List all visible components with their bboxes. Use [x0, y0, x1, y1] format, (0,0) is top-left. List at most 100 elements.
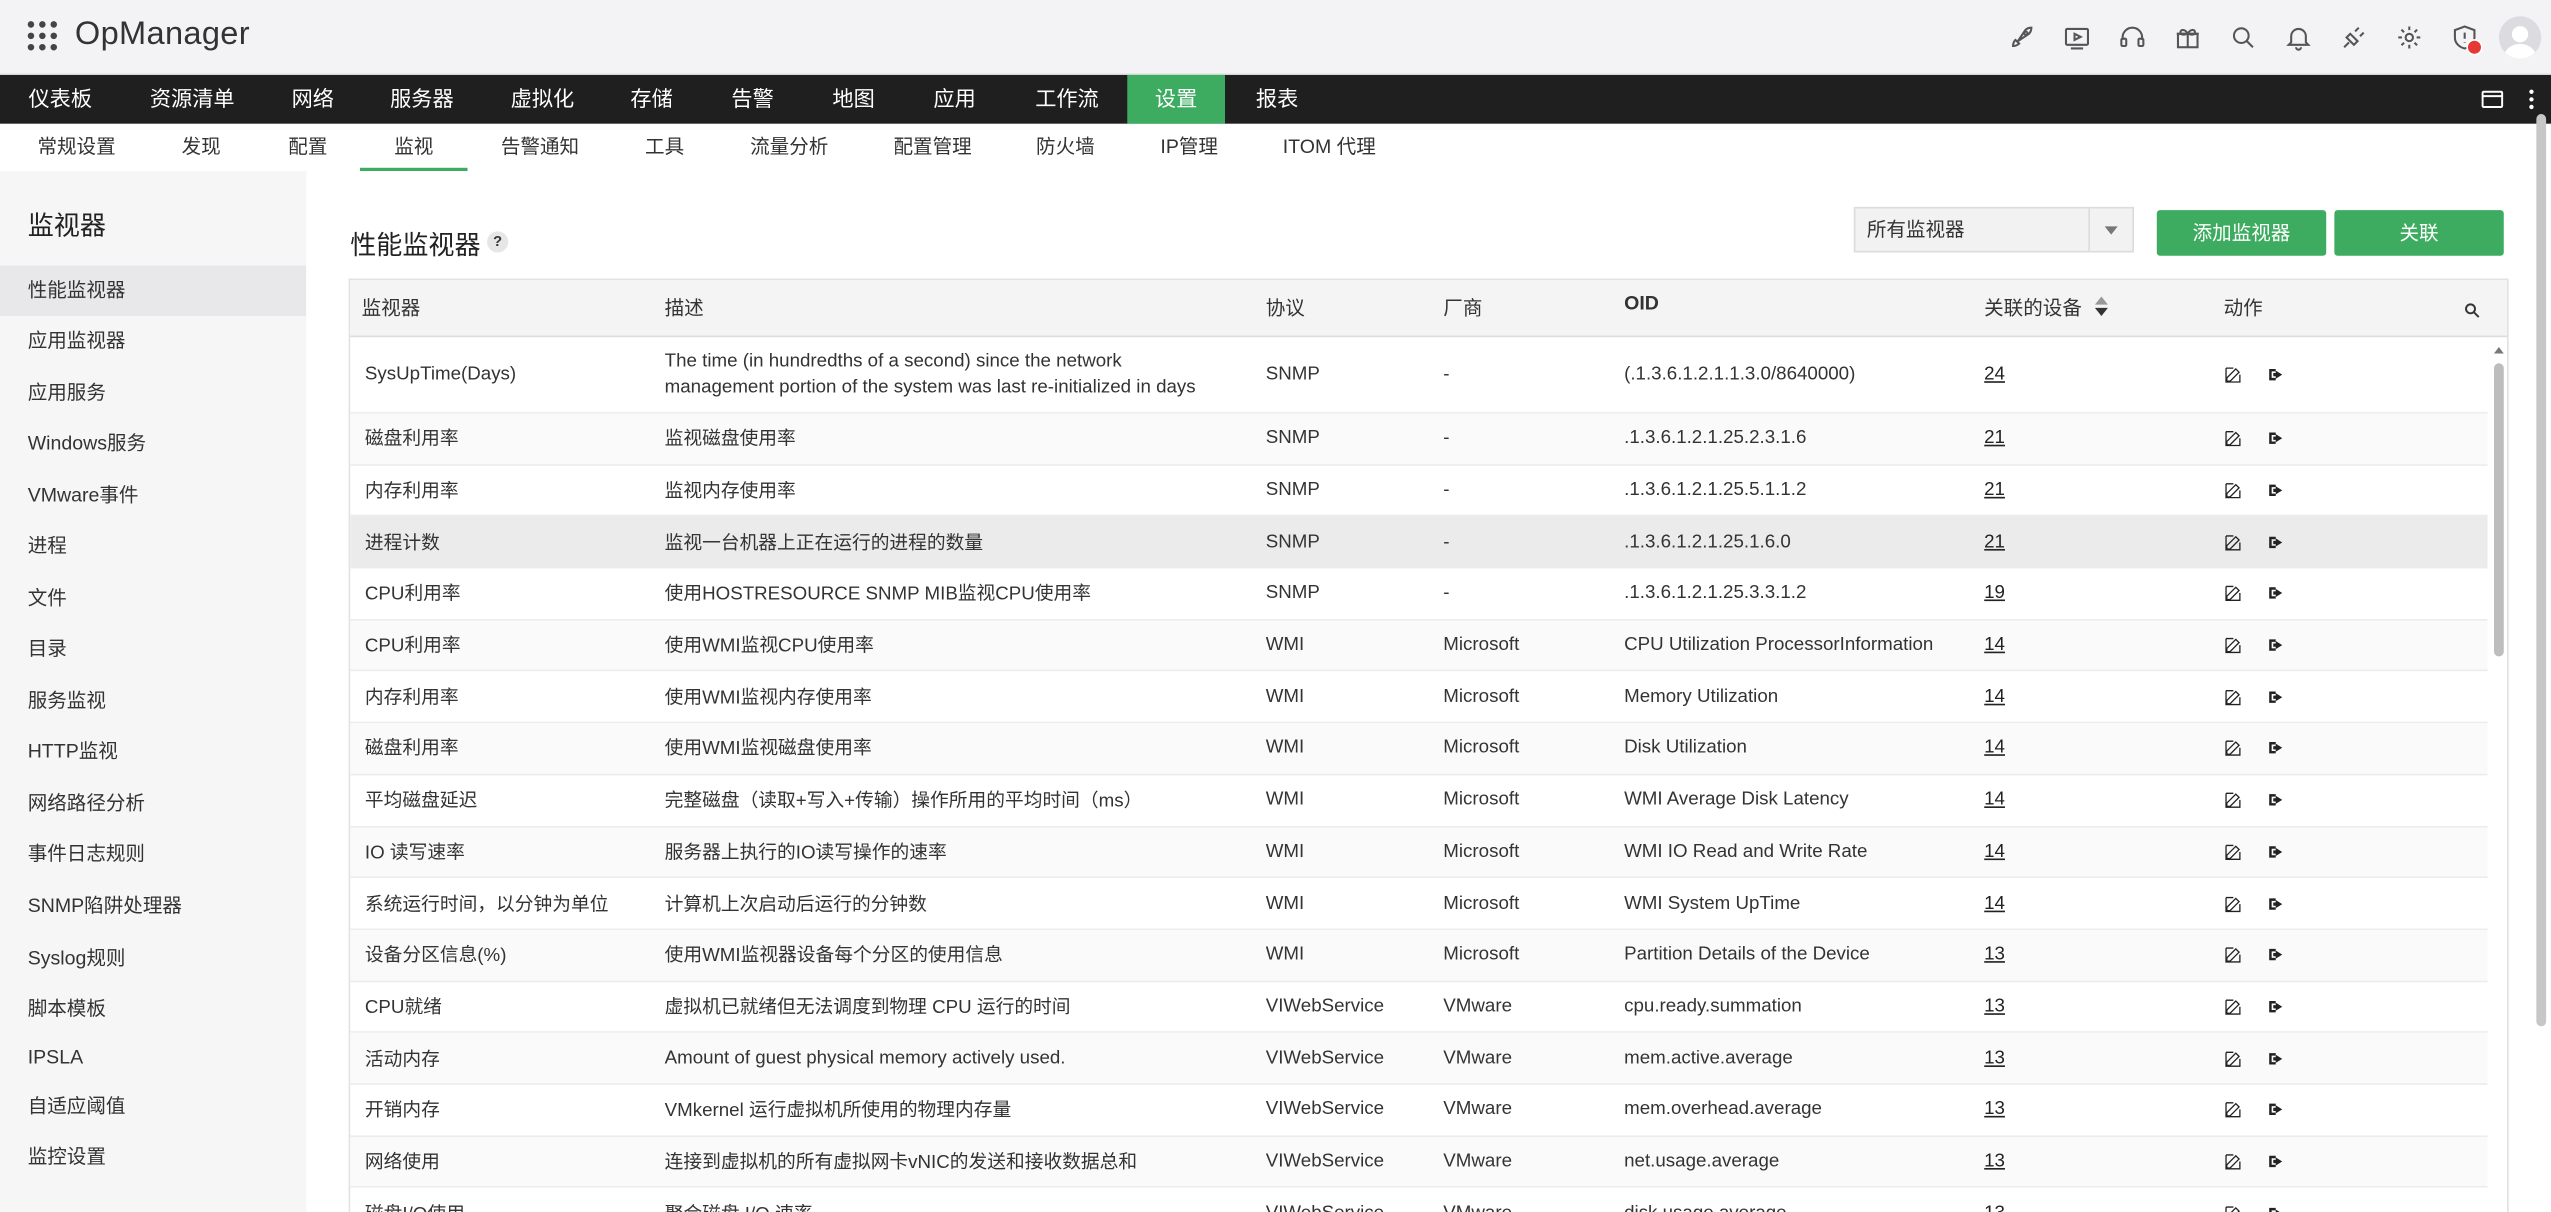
mainnav-item-5[interactable]: 存储 [603, 75, 701, 124]
mainnav-item-4[interactable]: 虚拟化 [482, 75, 603, 124]
mainnav-item-6[interactable]: 告警 [700, 75, 804, 124]
mainnav-item-8[interactable]: 应用 [902, 75, 1006, 124]
edit-icon[interactable] [2224, 1152, 2244, 1172]
add-monitor-button[interactable]: 添加监视器 [2156, 210, 2327, 256]
subnav-tab-1[interactable]: 发现 [147, 124, 256, 171]
window-icon[interactable] [2473, 75, 2512, 124]
bell-icon[interactable] [2271, 15, 2326, 61]
rocket-icon[interactable] [1994, 15, 2049, 61]
col-oid[interactable]: OID [1624, 280, 1659, 330]
subnav-tab-5[interactable]: 工具 [613, 124, 717, 171]
cell-devices[interactable]: 13 [1984, 982, 2049, 1032]
sidebar-item[interactable]: 网络路径分析 [0, 779, 306, 829]
alert-shield-icon[interactable] [2437, 15, 2492, 61]
table-row[interactable]: 磁盘利用率 使用WMI监视磁盘使用率 WMI Microsoft Disk Utiliz… [350, 723, 2488, 776]
subnav-tab-8[interactable]: 防火墙 [1003, 124, 1127, 171]
mainnav-item-10[interactable]: 设置 [1127, 74, 1226, 124]
cell-devices[interactable]: 19 [1984, 569, 2049, 619]
page-scrollbar[interactable] [2535, 111, 2548, 1036]
subnav-tab-3[interactable]: 监视 [360, 124, 468, 173]
table-row[interactable]: 网络使用 连接到虚拟机的所有虚拟网卡vNIC的发送和接收数据总和 VIWebServ… [350, 1136, 2488, 1189]
table-row[interactable]: CPU就绪 虚拟机已就绪但无法调度到物理 CPU 运行的时间 VIWebServic… [350, 982, 2488, 1034]
sidebar-item[interactable]: VMware事件 [0, 471, 306, 521]
cell-devices[interactable]: 13 [1984, 1033, 2049, 1083]
associate-arrow-icon[interactable] [2266, 739, 2286, 759]
cell-devices[interactable]: 14 [1984, 672, 2049, 722]
user-avatar[interactable] [2498, 16, 2542, 59]
table-row[interactable]: 活动内存 Amount of guest physical memory acti… [350, 1033, 2488, 1085]
edit-icon[interactable] [2224, 739, 2244, 759]
cell-devices[interactable]: 13 [1984, 1136, 2049, 1186]
table-row[interactable]: 开销内存 VMkernel 运行虚拟机所使用的物理内存量 VIWebService V… [350, 1085, 2488, 1137]
associate-arrow-icon[interactable] [2266, 1152, 2286, 1172]
table-row[interactable]: 内存利用率 使用WMI监视内存使用率 WMI Microsoft Memory Util… [350, 672, 2488, 724]
scrollbar-thumb[interactable] [2493, 363, 2504, 657]
sidebar-item[interactable]: 进程 [0, 521, 306, 571]
mainnav-item-3[interactable]: 服务器 [362, 75, 483, 124]
associate-arrow-icon[interactable] [2266, 635, 2286, 655]
table-row[interactable]: 内存利用率 监视内存使用率 SNMP - .1.3.6.1.2.1.25.5.1.1.2… [350, 465, 2488, 518]
mainnav-item-1[interactable]: 资源清单 [121, 75, 264, 124]
monitor-filter-select[interactable]: 所有监视器 [1853, 206, 2134, 253]
edit-icon[interactable] [2224, 687, 2244, 707]
subnav-tab-9[interactable]: IP管理 [1127, 124, 1251, 171]
cell-devices[interactable]: 14 [1984, 775, 2049, 825]
mainnav-item-9[interactable]: 工作流 [1007, 75, 1128, 124]
sidebar-item[interactable]: 服务监视 [0, 676, 306, 726]
app-grid-icon[interactable] [27, 21, 58, 51]
sort-icon[interactable] [2095, 282, 2109, 337]
associate-arrow-icon[interactable] [2266, 1100, 2286, 1120]
edit-icon[interactable] [2224, 532, 2244, 552]
edit-icon[interactable] [2224, 997, 2244, 1017]
col-protocol[interactable]: 协议 [1266, 280, 1305, 335]
table-search-icon[interactable] [2463, 298, 2481, 327]
associate-arrow-icon[interactable] [2266, 842, 2286, 862]
subnav-tab-0[interactable]: 常规设置 [7, 124, 147, 171]
cell-devices[interactable]: 21 [1984, 414, 2049, 464]
associate-arrow-icon[interactable] [2266, 894, 2286, 914]
cell-devices[interactable]: 24 [1984, 337, 2049, 412]
table-scrollbar[interactable] [2492, 346, 2505, 1212]
associate-arrow-icon[interactable] [2266, 481, 2286, 501]
edit-icon[interactable] [2224, 790, 2244, 810]
sidebar-item[interactable]: Syslog规则 [0, 933, 306, 983]
edit-icon[interactable] [2224, 894, 2244, 914]
table-row[interactable]: 进程计数 监视一台机器上正在运行的进程的数量 SNMP - .1.3.6.1.2.1.2… [350, 517, 2488, 569]
cell-devices[interactable]: 13 [1984, 1085, 2049, 1135]
col-associated-devices[interactable]: 关联的设备 [1984, 280, 2109, 337]
associate-arrow-icon[interactable] [2266, 945, 2286, 965]
associate-arrow-icon[interactable] [2266, 429, 2286, 449]
subnav-tab-7[interactable]: 配置管理 [862, 124, 1004, 171]
cell-devices[interactable]: 14 [1984, 723, 2049, 773]
scroll-up-arrow-icon[interactable] [2493, 346, 2504, 354]
table-row[interactable]: IO 读写速率 服务器上执行的IO读写操作的速率 WMI Microsoft WMI I… [350, 826, 2488, 879]
col-monitor[interactable]: 监视器 [362, 280, 421, 335]
edit-icon[interactable] [2224, 945, 2244, 965]
edit-icon[interactable] [2224, 635, 2244, 655]
table-row[interactable]: 磁盘I/O使用聚合磁盘 I/O 速率 VIWebService VMware disk… [350, 1188, 2487, 1212]
cell-devices[interactable]: 13 [1984, 1188, 2049, 1212]
cell-devices[interactable]: 13 [1984, 930, 2049, 980]
associate-arrow-icon[interactable] [2266, 584, 2286, 604]
edit-icon[interactable] [2224, 481, 2244, 501]
col-vendor[interactable]: 厂商 [1443, 280, 1482, 335]
subnav-tab-10[interactable]: ITOM 代理 [1251, 124, 1407, 171]
table-row[interactable]: 设备分区信息(%) 使用WMI监视器设备每个分区的使用信息 WMI Microsoft… [350, 929, 2488, 982]
cell-devices[interactable]: 21 [1984, 465, 2049, 515]
associate-arrow-icon[interactable] [2266, 532, 2286, 552]
associate-arrow-icon[interactable] [2266, 687, 2286, 707]
sidebar-item[interactable]: 监控设置 [0, 1132, 306, 1182]
associate-arrow-icon[interactable] [2266, 365, 2286, 385]
table-row[interactable]: 磁盘利用率 监视磁盘使用率 SNMP - .1.3.6.1.2.1.25.2.3.1.6… [350, 413, 2488, 466]
sidebar-item[interactable]: 应用服务 [0, 368, 306, 418]
video-tutorial-icon[interactable] [2049, 15, 2104, 61]
headset-icon[interactable] [2105, 15, 2160, 61]
mainnav-item-11[interactable]: 报表 [1225, 75, 1329, 124]
mainnav-item-0[interactable]: 仪表板 [0, 75, 121, 124]
subnav-tab-4[interactable]: 告警通知 [468, 124, 613, 171]
sidebar-item[interactable]: 文件 [0, 573, 306, 623]
chevron-down-icon[interactable] [2088, 208, 2132, 251]
edit-icon[interactable] [2224, 1100, 2244, 1120]
sidebar-item[interactable]: Windows服务 [0, 419, 306, 469]
cell-devices[interactable]: 14 [1984, 878, 2049, 928]
